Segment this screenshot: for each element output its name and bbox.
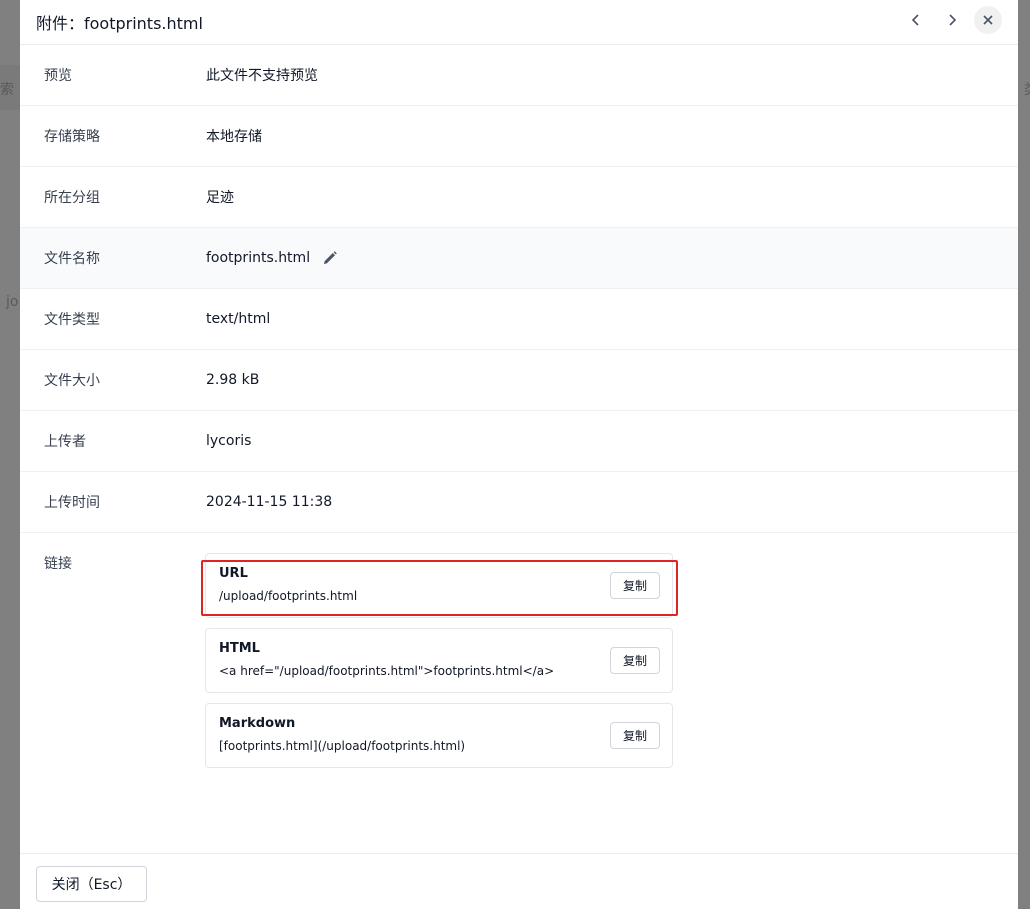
backdrop-text-right: 类 — [1024, 79, 1030, 99]
detail-label: 文件大小 — [44, 373, 100, 389]
copy-url-button[interactable]: 复制 — [610, 572, 660, 599]
previous-attachment-button[interactable] — [902, 6, 930, 34]
detail-label: 上传时间 — [44, 495, 100, 511]
modal-header: 附件：footprints.html — [20, 0, 1018, 45]
detail-value: text/html — [206, 311, 271, 327]
close-icon — [983, 15, 993, 25]
close-modal-button[interactable] — [974, 6, 1002, 34]
detail-row-links: 链接 URL /upload/footprints.html 复制 HTML <… — [20, 533, 1018, 768]
header-actions — [902, 6, 1002, 34]
link-list: URL /upload/footprints.html 复制 HTML <a h… — [205, 553, 673, 768]
copy-html-button[interactable]: 复制 — [610, 647, 660, 674]
attachment-detail-modal: 附件：footprints.html 预览 此文件不支持预览 存储策略 本地存储… — [20, 0, 1018, 909]
detail-label: 文件名称 — [44, 251, 100, 267]
detail-row-uploader: 上传者 lycoris — [20, 411, 1018, 472]
detail-value: lycoris — [206, 433, 252, 449]
detail-row-preview: 预览 此文件不支持预览 — [20, 45, 1018, 106]
detail-value: 本地存储 — [206, 129, 262, 145]
detail-value: 足迹 — [206, 190, 234, 206]
detail-value: 2.98 kB — [206, 372, 260, 388]
next-attachment-button[interactable] — [938, 6, 966, 34]
backdrop-text-left-2: jo — [6, 294, 19, 310]
detail-row-upload-time: 上传时间 2024-11-15 11:38 — [20, 472, 1018, 533]
link-card-markdown: Markdown [footprints.html](/upload/footp… — [205, 703, 673, 768]
detail-label: 预览 — [44, 68, 72, 84]
detail-label: 文件类型 — [44, 312, 100, 328]
detail-label: 上传者 — [44, 434, 86, 450]
link-value: /upload/footprints.html — [219, 589, 358, 603]
chevron-right-icon — [949, 14, 957, 26]
link-title: HTML — [219, 641, 260, 656]
copy-markdown-button[interactable]: 复制 — [610, 722, 660, 749]
modal-title: 附件：footprints.html — [36, 14, 203, 33]
detail-row-file-type: 文件类型 text/html — [20, 289, 1018, 350]
link-value: [footprints.html](/upload/footprints.htm… — [219, 739, 466, 753]
modal-footer: 关闭（Esc） — [20, 853, 1018, 909]
detail-value: 此文件不支持预览 — [206, 68, 318, 84]
detail-value: 2024-11-15 11:38 — [206, 494, 333, 510]
detail-row-filename: 文件名称 footprints.html — [20, 228, 1018, 289]
link-card-html: HTML <a href="/upload/footprints.html">f… — [205, 628, 673, 693]
close-esc-button[interactable]: 关闭（Esc） — [36, 866, 147, 902]
link-value: <a href="/upload/footprints.html">footpr… — [219, 664, 555, 678]
chevron-left-icon — [911, 14, 919, 26]
detail-row-file-size: 文件大小 2.98 kB — [20, 350, 1018, 411]
filename-value: footprints.html — [206, 250, 311, 266]
pencil-icon[interactable] — [322, 250, 338, 266]
detail-label: 链接 — [44, 556, 72, 572]
link-title: URL — [219, 566, 248, 581]
backdrop-text-left: 索 — [0, 82, 14, 98]
link-title: Markdown — [219, 716, 296, 731]
detail-label: 所在分组 — [44, 190, 100, 206]
detail-label: 存储策略 — [44, 129, 100, 145]
detail-row-storage-policy: 存储策略 本地存储 — [20, 106, 1018, 167]
link-card-url: URL /upload/footprints.html 复制 — [205, 553, 673, 618]
detail-row-group: 所在分组 足迹 — [20, 167, 1018, 228]
detail-value-wrapper: footprints.html — [206, 250, 338, 266]
